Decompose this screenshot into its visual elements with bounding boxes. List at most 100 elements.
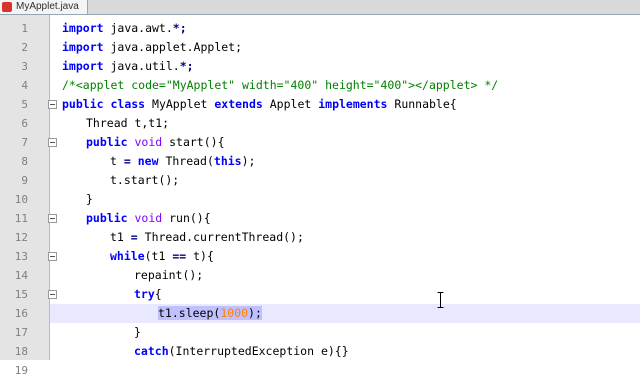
code-token: } <box>134 325 141 339</box>
code-line[interactable]: t = new Thread(this); <box>50 152 640 171</box>
code-token: import <box>62 21 104 35</box>
line-number: 2 <box>21 41 28 54</box>
text-cursor-icon <box>437 292 444 308</box>
tab-bar: MyApplet.java <box>0 0 640 15</box>
code-token: java.util. <box>103 59 180 73</box>
code-line[interactable]: public void run(){ <box>50 209 640 228</box>
code-line[interactable]: t1 = Thread.currentThread(); <box>50 228 640 247</box>
code-token: ); <box>241 154 256 168</box>
code-text: public void start(){ <box>86 133 225 152</box>
code-token: t1.sleep( <box>158 306 221 320</box>
code-token: } <box>86 192 93 206</box>
fold-toggle-icon[interactable] <box>48 100 57 109</box>
code-line[interactable]: catch(InterruptedException e){} <box>50 342 640 360</box>
code-text: public void run(){ <box>86 209 211 228</box>
line-number: 5 <box>21 98 28 111</box>
code-token: public <box>86 211 128 225</box>
code-token: (t1 <box>144 249 173 263</box>
code-token: MyApplet <box>145 97 215 111</box>
code-token: java.awt. <box>103 21 173 35</box>
code-token: class <box>110 97 146 111</box>
code-text: /*<applet code="MyApplet" width="400" he… <box>62 76 498 95</box>
code-line[interactable]: try{ <box>50 285 640 304</box>
code-line[interactable]: import java.applet.Applet; <box>50 38 640 57</box>
code-line[interactable]: import java.awt.*; <box>50 19 640 38</box>
code-token: while <box>110 249 145 263</box>
fold-toggle-icon[interactable] <box>48 214 57 223</box>
code-text: while(t1 == t){ <box>110 247 214 266</box>
code-line[interactable]: while(t1 == t){ <box>50 247 640 266</box>
code-token: run(){ <box>162 211 211 225</box>
fold-toggle-icon[interactable] <box>48 252 57 261</box>
code-token: Thread( <box>158 154 214 168</box>
code-line[interactable]: repaint(); <box>50 266 640 285</box>
code-token: 1000 <box>220 306 249 320</box>
code-token: (InterruptedException e){} <box>168 344 349 358</box>
code-token: try <box>134 287 155 301</box>
line-number: 9 <box>21 174 28 187</box>
code-text: repaint(); <box>134 266 203 285</box>
line-number: 8 <box>21 155 28 168</box>
code-token: t <box>110 154 124 168</box>
file-icon <box>2 2 12 12</box>
fold-toggle-icon[interactable] <box>48 290 57 299</box>
line-number: 7 <box>21 136 28 149</box>
line-number: 19 <box>14 364 28 377</box>
code-line[interactable]: t.start(); <box>50 171 640 190</box>
code-text: catch(InterruptedException e){} <box>134 342 349 360</box>
code-line[interactable]: t1.sleep(1000); <box>50 304 640 323</box>
line-number: 18 <box>14 345 28 358</box>
code-line[interactable]: public void start(){ <box>50 133 640 152</box>
code-token: public <box>86 135 128 149</box>
code-token: Runnable{ <box>387 97 457 111</box>
code-token: t.start(); <box>110 173 180 187</box>
code-token: t){ <box>186 249 214 263</box>
code-text: } <box>134 323 141 342</box>
line-number: 11 <box>14 212 28 225</box>
code-token: extends <box>214 97 263 111</box>
code-token: catch <box>134 344 169 358</box>
code-text: t1 = Thread.currentThread(); <box>110 228 304 247</box>
line-number-gutter: 1 2 3 4 5 6 7 8 9 10 11 12 13 14 15 16 17 18 19 <box>0 15 50 377</box>
tab-label: MyApplet.java <box>16 1 79 12</box>
code-token: repaint(); <box>134 268 204 282</box>
code-text: import java.util.*; <box>62 57 194 76</box>
code-text: t.start(); <box>110 171 179 190</box>
code-token: import <box>62 40 104 54</box>
code-line[interactable]: /*<applet code="MyApplet" width="400" he… <box>50 76 640 95</box>
line-number: 6 <box>21 117 28 130</box>
code-editor[interactable]: import java.awt.*; import java.applet.App… <box>50 15 640 360</box>
code-line[interactable]: public class MyApplet extends Applet imp… <box>50 95 640 114</box>
code-token: new <box>137 154 159 168</box>
line-number: 14 <box>14 269 28 282</box>
line-number: 4 <box>21 79 28 92</box>
code-text: Thread t,t1; <box>86 114 169 133</box>
code-token: this <box>213 154 242 168</box>
code-token: start(){ <box>162 135 225 149</box>
line-number: 12 <box>14 231 28 244</box>
code-text: import java.applet.Applet; <box>62 38 242 57</box>
code-line[interactable]: } <box>50 323 640 342</box>
code-token: == <box>172 249 187 263</box>
line-number: 16 <box>14 307 28 320</box>
code-token: ); <box>248 306 262 320</box>
code-token: public <box>62 97 104 111</box>
code-text: } <box>86 190 93 209</box>
code-text: public class MyApplet extends Applet imp… <box>62 95 457 114</box>
line-number: 17 <box>14 326 28 339</box>
line-number: 15 <box>14 288 28 301</box>
code-token: java.applet.Applet; <box>103 40 243 54</box>
code-token: void <box>134 135 163 149</box>
code-token: Thread t,t1; <box>86 116 170 130</box>
code-line[interactable]: Thread t,t1; <box>50 114 640 133</box>
line-number: 3 <box>21 60 28 73</box>
line-number: 13 <box>14 250 28 263</box>
code-text: import java.awt.*; <box>62 19 187 38</box>
fold-toggle-icon[interactable] <box>48 138 57 147</box>
code-text: try{ <box>134 285 162 304</box>
tab-myapplet-java[interactable]: MyApplet.java <box>0 0 88 14</box>
code-token: = <box>123 154 131 168</box>
code-line[interactable]: import java.util.*; <box>50 57 640 76</box>
code-line[interactable]: } <box>50 190 640 209</box>
